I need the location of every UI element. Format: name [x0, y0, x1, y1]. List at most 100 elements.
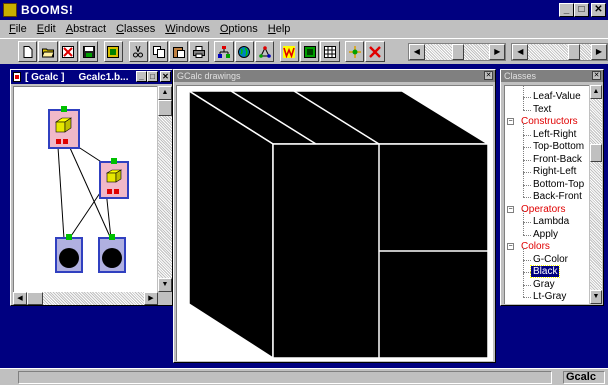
drawing-canvas[interactable]	[176, 85, 493, 361]
tree-node-inner[interactable]	[99, 158, 129, 199]
scroll-down-arrow-icon[interactable]: ▼	[158, 278, 172, 292]
close-document-button[interactable]	[58, 41, 78, 62]
class-item[interactable]: Apply	[531, 229, 560, 241]
class-item[interactable]: Lt-Gray	[531, 291, 568, 303]
gcalc-maximize-button[interactable]: □	[147, 71, 158, 82]
collapse-icon[interactable]: −	[507, 205, 514, 213]
menu-file[interactable]: File	[4, 23, 32, 35]
menu-windows[interactable]: Windows	[160, 23, 215, 35]
class-item-label: Left-Right	[533, 128, 577, 140]
menu-options[interactable]: Options	[215, 23, 263, 35]
slider-thumb[interactable]	[568, 43, 581, 60]
delete-button[interactable]	[365, 41, 385, 62]
class-item[interactable]: Leaf-Value	[531, 91, 583, 103]
print-button[interactable]	[189, 41, 209, 62]
classes-title-bar[interactable]: Classes ✕	[501, 70, 603, 82]
grid-icon	[323, 45, 336, 58]
grid-button[interactable]	[320, 41, 340, 62]
close-button[interactable]: ✕	[591, 3, 606, 17]
green-box-button[interactable]	[300, 41, 320, 62]
gcalc-vertical-scrollbar[interactable]	[158, 86, 172, 292]
menu-classes[interactable]: Classes	[111, 23, 160, 35]
gcalc-minimize-button[interactable]: _	[136, 71, 147, 82]
copy-button[interactable]	[148, 41, 169, 62]
slider-right-arrow-icon[interactable]: ▶	[489, 43, 506, 60]
slider-left-arrow-icon[interactable]: ◀	[408, 43, 425, 60]
minimize-button[interactable]: _	[559, 3, 574, 17]
class-item[interactable]: Right-Left	[531, 166, 578, 178]
tree-connector	[523, 160, 524, 172]
network-button[interactable]	[254, 41, 275, 62]
class-tree-list[interactable]: Leaf-Value Text Constructors − Left-Right Top…	[504, 85, 589, 304]
vertical-scroll-thumb[interactable]	[590, 144, 602, 162]
menu-abstract[interactable]: Abstract	[61, 23, 111, 35]
properties-button[interactable]	[103, 41, 124, 62]
open-folder-icon	[41, 48, 54, 57]
class-item[interactable]: Front-Back	[531, 154, 584, 166]
tree-node-root[interactable]	[48, 106, 80, 149]
properties-icon	[107, 45, 120, 58]
gcalc-close-button[interactable]: ✕	[160, 71, 171, 82]
class-item-label: Black	[529, 265, 561, 278]
tree-connector	[523, 172, 531, 173]
collapse-icon[interactable]: −	[507, 118, 514, 125]
scroll-down-arrow-icon[interactable]: ▼	[590, 290, 602, 304]
class-item[interactable]: Bottom-Top	[531, 179, 586, 191]
paste-button[interactable]	[169, 41, 189, 62]
save-icon	[82, 45, 95, 58]
class-item[interactable]: Top-Bottom	[531, 141, 586, 153]
toolbar-slider-2[interactable]: ◀ ▶	[511, 42, 608, 61]
gcalc-tree-window[interactable]: [ Gcalc ] Gcalc1.b... _ □ ✕ ▲ ▼ ◀ ▶	[10, 69, 173, 306]
globe-button[interactable]	[234, 41, 254, 62]
class-item[interactable]: Text	[531, 104, 553, 116]
slider-right-arrow-icon[interactable]: ▶	[590, 43, 607, 60]
class-category[interactable]: Operators	[519, 204, 567, 216]
class-item[interactable]: G-Color	[531, 254, 570, 266]
booms-app-icon[interactable]	[3, 3, 17, 17]
app-title-bar[interactable]: BOOMS! _ □ ✕	[0, 0, 608, 20]
slider-left-arrow-icon[interactable]: ◀	[512, 43, 529, 60]
class-category[interactable]: Constructors	[519, 116, 580, 128]
drawings-title-bar[interactable]: GCalc drawings ✕	[174, 70, 495, 82]
menu-help[interactable]: Help	[263, 23, 296, 35]
scroll-left-arrow-icon[interactable]: ◀	[13, 292, 27, 305]
node-link-button[interactable]	[345, 41, 365, 62]
maximize-button[interactable]: □	[574, 3, 589, 17]
gcalc-window-title-bar[interactable]: [ Gcalc ] Gcalc1.b... _ □ ✕	[11, 70, 172, 84]
class-item-label: Right-Left	[533, 166, 577, 177]
scroll-up-arrow-icon[interactable]: ▲	[158, 86, 172, 100]
toolbar-slider-1[interactable]: ◀ ▶	[407, 42, 507, 61]
classes-window[interactable]: Classes ✕ Leaf-Value Text Constructors − Lef…	[500, 69, 604, 306]
drawings-close-button[interactable]: ✕	[484, 71, 493, 80]
tree-node-leaf-2[interactable]	[98, 234, 126, 273]
class-item-label: Apply	[533, 228, 559, 240]
horizontal-scroll-thumb[interactable]	[27, 292, 43, 305]
class-item[interactable]: Lambda	[531, 216, 571, 228]
open-button[interactable]	[38, 41, 58, 62]
new-document-button[interactable]	[18, 41, 38, 62]
tree-node-leaf-1[interactable]	[55, 234, 83, 273]
slider-thumb[interactable]	[451, 43, 464, 60]
vertical-scroll-thumb[interactable]	[158, 100, 172, 116]
w-tool-button[interactable]	[279, 41, 300, 62]
expression-tree-graph[interactable]	[14, 87, 157, 292]
menu-edit[interactable]: Edit	[32, 23, 61, 35]
scroll-right-arrow-icon[interactable]: ▶	[144, 292, 158, 305]
classes-close-button[interactable]: ✕	[592, 71, 601, 80]
class-item-label: Top-Bottom	[533, 141, 585, 152]
class-item[interactable]: Gray	[531, 279, 557, 291]
cut-button[interactable]	[128, 41, 148, 62]
class-item[interactable]: Black	[529, 265, 561, 278]
class-item[interactable]: Back-Front	[531, 191, 584, 203]
tree-icon	[217, 45, 230, 58]
classes-vertical-scrollbar[interactable]	[590, 85, 602, 304]
collapse-icon[interactable]: −	[507, 243, 514, 250]
tree-connector	[523, 184, 531, 186]
scroll-up-arrow-icon[interactable]: ▲	[590, 85, 602, 99]
save-button[interactable]	[78, 41, 99, 62]
tree-view-button[interactable]	[214, 41, 234, 62]
class-item[interactable]: Left-Right	[531, 129, 578, 141]
tree-connector	[523, 197, 531, 198]
gcalc-tree-canvas[interactable]	[13, 86, 157, 292]
gcalc-drawings-window[interactable]: GCalc drawings ✕	[173, 69, 496, 363]
